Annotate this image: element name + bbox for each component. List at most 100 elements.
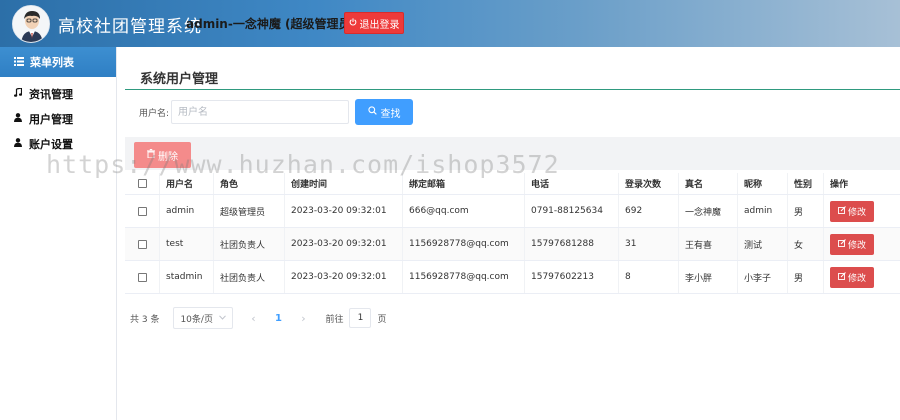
table-row: test 社团负责人 2023-03-20 09:32:01 115692877…: [125, 228, 900, 261]
app-logo-avatar: [12, 5, 50, 43]
column-header[interactable]: 用户名: [160, 173, 214, 194]
cell-username: admin: [160, 195, 214, 227]
table-row: stadmin 社团负责人 2023-03-20 09:32:01 115692…: [125, 261, 900, 294]
edit-button[interactable]: 修改: [830, 200, 874, 222]
column-header[interactable]: 电话: [525, 173, 619, 194]
column-header[interactable]: 昵称: [738, 173, 788, 194]
table-row: admin 超级管理员 2023-03-20 09:32:01 666@qq.c…: [125, 195, 900, 228]
sidebar-item-users[interactable]: 用户管理: [0, 106, 116, 131]
column-header: 操作: [830, 180, 849, 190]
logout-label: 退出登录: [359, 19, 400, 31]
cell-gender: 男: [788, 261, 824, 293]
user-icon: [14, 112, 22, 125]
cell-nickname: 测试: [738, 228, 788, 260]
edit-icon: [838, 238, 846, 250]
cell-role: 社团负责人: [214, 228, 285, 260]
prev-page-button[interactable]: ‹: [241, 312, 265, 325]
delete-button-label: 删除: [158, 151, 178, 163]
main-content: 系统用户管理 用户名: 查找 删除 用户名 角色 创建时间 绑定邮箱 电话 登录…: [125, 60, 900, 329]
music-note-icon: [14, 87, 23, 100]
power-icon: [349, 17, 357, 29]
page-title: 系统用户管理: [140, 72, 219, 87]
pagination: 共 3 条 10条/页 ‹ 1 › 前往 1 页: [130, 307, 386, 329]
cell-logins: 8: [619, 261, 679, 293]
cell-logins: 692: [619, 195, 679, 227]
cell-email: 1156928778@qq.com: [403, 261, 525, 293]
cell-gender: 男: [788, 195, 824, 227]
cell-created: 2023-03-20 09:32:01: [285, 228, 403, 260]
edit-button[interactable]: 修改: [830, 266, 874, 288]
goto-page-input[interactable]: 1: [349, 308, 372, 328]
edit-icon: [838, 205, 846, 217]
sidebar-item-account-settings[interactable]: 账户设置: [0, 131, 116, 156]
cell-username: test: [160, 228, 214, 260]
cell-created: 2023-03-20 09:32:01: [285, 261, 403, 293]
cell-nickname: 小李子: [738, 261, 788, 293]
cell-real-name: 李小胖: [679, 261, 738, 293]
cell-actions: 修改: [824, 261, 900, 293]
column-header[interactable]: 绑定邮箱: [403, 173, 525, 194]
search-icon: [367, 106, 377, 118]
cell-username: stadmin: [160, 261, 214, 293]
page-size-select[interactable]: 10条/页: [173, 307, 234, 329]
table-header-row: 用户名 角色 创建时间 绑定邮箱 电话 登录次数 真名 昵称 性别 操作: [125, 173, 900, 195]
sidebar: 菜单列表 资讯管理 用户管理 账户设置: [0, 47, 117, 420]
cell-nickname: admin: [738, 195, 788, 227]
sidebar-item-label: 账户设置: [29, 137, 73, 151]
trash-icon: [147, 149, 155, 161]
cell-email: 1156928778@qq.com: [403, 228, 525, 260]
page-size-value: 10条/页: [180, 314, 213, 325]
search-label: 用户名:: [139, 108, 170, 119]
column-header[interactable]: 真名: [679, 173, 738, 194]
cell-real-name: 一念神魔: [679, 195, 738, 227]
edit-button-label: 修改: [847, 240, 866, 251]
chevron-down-icon: [219, 313, 227, 323]
cell-phone: 15797602213: [525, 261, 619, 293]
search-button[interactable]: 查找: [355, 99, 414, 125]
cell-phone: 15797681288: [525, 228, 619, 260]
goto-suffix: 页: [377, 314, 387, 325]
search-bar: 用户名: 查找: [139, 99, 414, 125]
goto-prefix: 前往: [325, 314, 344, 325]
column-header[interactable]: 创建时间: [285, 173, 403, 194]
top-header: 高校社团管理系统 admin-一念神魔 (超级管理员) 退出登录: [0, 0, 900, 47]
column-header[interactable]: 登录次数: [619, 173, 679, 194]
search-button-label: 查找: [380, 108, 401, 120]
cell-role: 社团负责人: [214, 261, 285, 293]
users-table: 用户名 角色 创建时间 绑定邮箱 电话 登录次数 真名 昵称 性别 操作 adm…: [125, 173, 900, 294]
sidebar-menu-title: 菜单列表: [30, 56, 74, 69]
title-divider: [125, 89, 900, 90]
username-search-input[interactable]: [171, 100, 350, 124]
edit-icon: [838, 271, 846, 283]
app-title: 高校社团管理系统: [58, 17, 202, 37]
row-checkbox[interactable]: [137, 239, 147, 249]
user-icon: [14, 137, 22, 150]
edit-button[interactable]: 修改: [830, 233, 874, 255]
cell-real-name: 王有喜: [679, 228, 738, 260]
edit-button-label: 修改: [847, 207, 866, 218]
cell-phone: 0791-88125634: [525, 195, 619, 227]
table-toolbar: 删除: [125, 137, 900, 170]
delete-button[interactable]: 删除: [134, 142, 191, 168]
sidebar-item-label: 资讯管理: [29, 87, 73, 101]
cell-created: 2023-03-20 09:32:01: [285, 195, 403, 227]
logout-button[interactable]: 退出登录: [344, 12, 404, 34]
row-checkbox[interactable]: [137, 272, 147, 282]
column-header[interactable]: 角色: [214, 173, 285, 194]
cell-gender: 女: [788, 228, 824, 260]
row-select-cell: [125, 228, 160, 260]
select-all-checkbox[interactable]: [137, 179, 147, 188]
edit-button-label: 修改: [847, 273, 866, 284]
page-number-current[interactable]: 1: [265, 313, 291, 324]
row-checkbox[interactable]: [137, 206, 147, 216]
cell-role: 超级管理员: [214, 195, 285, 227]
sidebar-menu-header: 菜单列表: [0, 47, 116, 77]
cell-actions: 修改: [824, 228, 900, 260]
next-page-button[interactable]: ›: [291, 312, 315, 325]
row-select-cell: [125, 195, 160, 227]
pagination-total: 共 3 条: [130, 314, 160, 325]
current-user-info: admin-一念神魔 (超级管理员): [186, 17, 356, 31]
select-all-cell: [125, 173, 160, 194]
column-header[interactable]: 性别: [788, 173, 824, 194]
sidebar-item-news[interactable]: 资讯管理: [0, 81, 116, 106]
